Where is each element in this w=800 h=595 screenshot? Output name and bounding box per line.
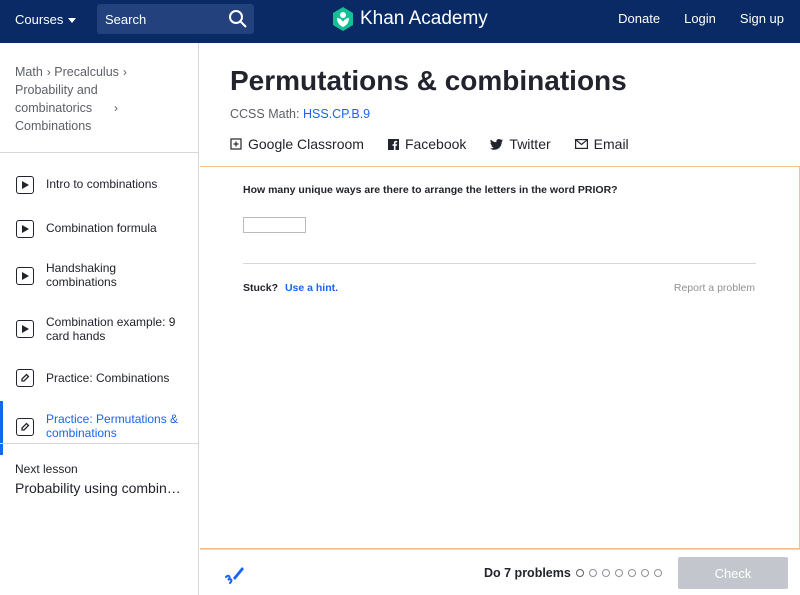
answer-input[interactable] (243, 217, 306, 233)
breadcrumb-probability[interactable]: Probability and combinatorics (15, 81, 110, 117)
stuck-label: Stuck? (243, 282, 279, 294)
lesson-item-label: Handshaking combinations (46, 261, 117, 289)
lesson-item-label: Intro to combinations (46, 177, 158, 191)
problem-count-label: Do 7 problems (484, 566, 571, 580)
twitter-label: Twitter (509, 136, 551, 152)
breadcrumb-math[interactable]: Math (15, 65, 43, 79)
progress-dot (628, 569, 636, 577)
leaf-logo-icon (333, 7, 353, 31)
play-icon (16, 320, 34, 338)
email-label: Email (593, 136, 629, 152)
facebook-label: Facebook (404, 136, 467, 152)
ccss-code-link[interactable]: HSS.CP.B.9 (303, 107, 370, 121)
chevron-right-icon: › (46, 65, 51, 79)
facebook-icon (387, 138, 399, 150)
main-content: Permutations & combinations CCSS Math: H… (200, 43, 800, 595)
play-icon (16, 176, 34, 194)
use-hint-link[interactable]: Use a hint. (285, 282, 338, 294)
caret-down-icon (68, 18, 77, 23)
pencil-icon (16, 418, 34, 436)
twitter-button[interactable]: Twitter (490, 136, 551, 152)
lesson-item-combination-example[interactable]: Combination example: 9 card hands (0, 303, 198, 347)
lesson-item-label: Practice: Combinations (46, 371, 170, 385)
google-classroom-label: Google Classroom (248, 136, 364, 152)
courses-menu-button[interactable]: Courses (15, 12, 77, 27)
lesson-item-combination-formula[interactable]: Combination formula (0, 209, 198, 239)
progress-dot (589, 569, 597, 577)
pencil-icon (16, 369, 34, 387)
play-icon (16, 267, 34, 285)
chevron-right-icon: › (114, 101, 118, 115)
signup-link[interactable]: Sign up (740, 11, 784, 26)
lesson-item-label: Practice: Permutations & combinations (46, 412, 179, 440)
search-input[interactable] (97, 4, 223, 34)
search-box (97, 4, 254, 34)
progress-dot (654, 569, 662, 577)
progress-dot (602, 569, 610, 577)
lesson-item-label: Combination example: 9 card hands (46, 315, 176, 343)
google-classroom-icon (230, 138, 242, 150)
progress-dot (615, 569, 623, 577)
progress-dots (576, 569, 662, 577)
facebook-button[interactable]: Facebook (387, 136, 467, 152)
divider (243, 263, 756, 264)
lesson-item-practice-combinations[interactable]: Practice: Combinations (0, 359, 198, 389)
next-lesson-label: Next lesson (15, 462, 78, 476)
email-button[interactable]: Email (574, 136, 629, 152)
exercise-panel: How many unique ways are there to arrang… (200, 166, 800, 549)
khan-academy-logo[interactable]: Khan Academy (332, 7, 488, 31)
report-problem-link[interactable]: Report a problem (674, 282, 755, 294)
progress-dot (641, 569, 649, 577)
chevron-right-icon: › (122, 65, 127, 79)
twitter-icon (490, 138, 504, 150)
play-icon (16, 220, 34, 238)
breadcrumb-combinations[interactable]: Combinations (15, 119, 91, 133)
donate-link[interactable]: Donate (618, 11, 660, 26)
google-classroom-button[interactable]: Google Classroom (230, 136, 364, 152)
scratchpad-pencil-icon[interactable] (224, 563, 246, 585)
page-title: Permutations & combinations (230, 65, 627, 96)
ccss-standard: CCSS Math: HSS.CP.B.9 (230, 107, 370, 121)
brand-name: Khan Academy (360, 8, 488, 29)
ccss-label: CCSS Math: (230, 107, 300, 121)
exercise-footer: Do 7 problems Check (200, 549, 800, 595)
share-bar: Google Classroom Facebook Twitter Email (230, 136, 629, 152)
lesson-item-intro-to-combinations[interactable]: Intro to combinations (0, 165, 198, 195)
header-links: Donate Login Sign up (618, 11, 784, 26)
courses-label: Courses (15, 12, 64, 27)
lesson-sidebar: Math › Precalculus › Probability and combi… (0, 43, 199, 595)
next-lesson[interactable]: Next lesson Probability using combinat… (0, 443, 198, 514)
login-link[interactable]: Login (684, 11, 716, 26)
check-button[interactable]: Check (678, 557, 788, 589)
lesson-item-label: Combination formula (46, 221, 157, 235)
email-icon (574, 139, 588, 149)
search-icon[interactable] (228, 9, 248, 29)
progress-dot (576, 569, 584, 577)
hint-area: Stuck? Use a hint. (243, 282, 338, 294)
next-lesson-title: Probability using combinat… (15, 480, 183, 496)
breadcrumb: Math › Precalculus › Probability and combi… (0, 43, 198, 153)
lesson-item-handshaking-combinations[interactable]: Handshaking combinations (0, 249, 198, 293)
question-text: How many unique ways are there to arrang… (243, 184, 618, 196)
top-navigation-bar: Courses Khan Academy Donate Login Sign u… (0, 0, 800, 43)
breadcrumb-precalculus[interactable]: Precalculus (54, 65, 119, 79)
